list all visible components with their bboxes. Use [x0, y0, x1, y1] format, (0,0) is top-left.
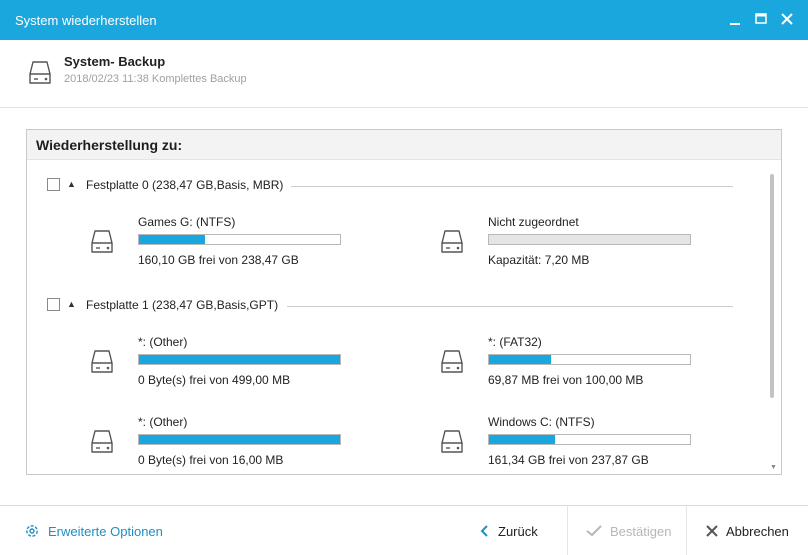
partition-name: Nicht zugeordnet	[488, 215, 579, 229]
usage-bar	[138, 234, 341, 245]
confirm-button[interactable]: Bestätigen	[567, 506, 687, 555]
advanced-options-link[interactable]: Erweiterte Optionen	[24, 506, 163, 555]
partition-name: *: (Other)	[138, 415, 188, 429]
hard-drive-icon	[90, 429, 114, 458]
partition-name: *: (FAT32)	[488, 335, 542, 349]
back-button[interactable]: Zurück	[480, 506, 538, 555]
gear-icon	[26, 525, 38, 537]
partition-capacity: 160,10 GB frei von 238,47 GB	[138, 253, 299, 267]
cancel-label: Abbrechen	[726, 523, 789, 539]
partition-item[interactable]: *: (FAT32) 69,87 MB frei von 100,00 MB	[440, 335, 740, 395]
partition-capacity: 69,87 MB frei von 100,00 MB	[488, 373, 644, 387]
disk-label-1: Festplatte 1 (238,47 GB,Basis,GPT)	[86, 298, 279, 312]
close-icon	[781, 13, 793, 25]
hard-drive-icon	[440, 349, 464, 378]
scrollbar-thumb[interactable]	[770, 174, 774, 398]
disk-checkbox-1[interactable]	[47, 298, 60, 311]
partition-name: Games G: (NTFS)	[138, 215, 236, 229]
title-bar: System wiederherstellen	[0, 0, 808, 40]
hard-drive-icon	[440, 429, 464, 458]
chevron-left-icon	[480, 525, 488, 537]
window-title: System wiederherstellen	[15, 13, 157, 28]
restore-target-panel: Wiederherstellung zu: ▲ Festplatte 0 (23…	[26, 129, 782, 475]
close-button[interactable]	[776, 8, 798, 30]
back-label: Zurück	[498, 523, 538, 539]
panel-heading: Wiederherstellung zu:	[36, 137, 183, 153]
partition-item[interactable]: *: (Other) 0 Byte(s) frei von 499,00 MB	[90, 335, 390, 395]
disk-row-0: ▲ Festplatte 0 (238,47 GB,Basis, MBR)	[27, 175, 747, 195]
partition-item[interactable]: Windows C: (NTFS) 161,34 GB frei von 237…	[440, 415, 740, 474]
partition-name: *: (Other)	[138, 335, 188, 349]
panel-header: Wiederherstellung zu:	[27, 130, 781, 160]
disk-checkbox-0[interactable]	[47, 178, 60, 191]
maximize-button[interactable]	[750, 8, 772, 30]
scroll-down-arrow-icon[interactable]: ▼	[770, 464, 777, 471]
backup-header: System- Backup 2018/02/23 11:38 Komplett…	[0, 40, 808, 108]
partition-item[interactable]: Games G: (NTFS) 160,10 GB frei von 238,4…	[90, 215, 390, 275]
minimize-icon	[730, 23, 740, 25]
hard-drive-icon	[440, 229, 464, 258]
partition-item[interactable]: *: (Other) 0 Byte(s) frei von 16,00 MB	[90, 415, 390, 474]
checkmark-icon	[586, 525, 602, 537]
partition-capacity: 0 Byte(s) frei von 499,00 MB	[138, 373, 291, 387]
usage-bar	[138, 354, 341, 365]
backup-meta: 2018/02/23 11:38 Komplettes Backup	[64, 73, 247, 85]
partition-capacity: Kapazität: 7,20 MB	[488, 253, 590, 267]
advanced-options-label: Erweiterte Optionen	[48, 523, 163, 539]
usage-bar	[488, 354, 691, 365]
divider	[287, 306, 733, 307]
confirm-label: Bestätigen	[610, 523, 672, 539]
hard-drive-icon	[28, 60, 52, 89]
usage-bar	[138, 434, 341, 445]
usage-bar-fill	[139, 355, 340, 364]
x-icon	[706, 525, 718, 537]
usage-bar-fill	[139, 235, 206, 244]
partition-capacity: 0 Byte(s) frei von 16,00 MB	[138, 453, 284, 467]
usage-bar-fill	[489, 355, 552, 364]
hard-drive-icon	[90, 349, 114, 378]
divider	[291, 186, 733, 187]
footer-bar: Erweiterte Optionen Zurück Bestätigen Ab…	[0, 505, 808, 555]
partition-item[interactable]: Nicht zugeordnet Kapazität: 7,20 MB	[440, 215, 740, 275]
disk-row-1: ▲ Festplatte 1 (238,47 GB,Basis,GPT)	[27, 295, 747, 315]
usage-bar	[488, 434, 691, 445]
disk-label-0: Festplatte 0 (238,47 GB,Basis, MBR)	[86, 178, 284, 192]
partition-capacity: 161,34 GB frei von 237,87 GB	[488, 453, 649, 467]
usage-bar	[488, 234, 691, 245]
hard-drive-icon	[90, 229, 114, 258]
minimize-button[interactable]	[724, 8, 746, 30]
backup-name: System- Backup	[64, 54, 166, 69]
maximize-icon	[755, 13, 767, 24]
cancel-button[interactable]: Abbrechen	[706, 506, 789, 555]
usage-bar-fill	[489, 435, 556, 444]
triangle-icon[interactable]: ▲	[67, 179, 76, 189]
partition-name: Windows C: (NTFS)	[488, 415, 595, 429]
triangle-icon[interactable]: ▲	[67, 299, 76, 309]
usage-bar-fill	[139, 435, 340, 444]
